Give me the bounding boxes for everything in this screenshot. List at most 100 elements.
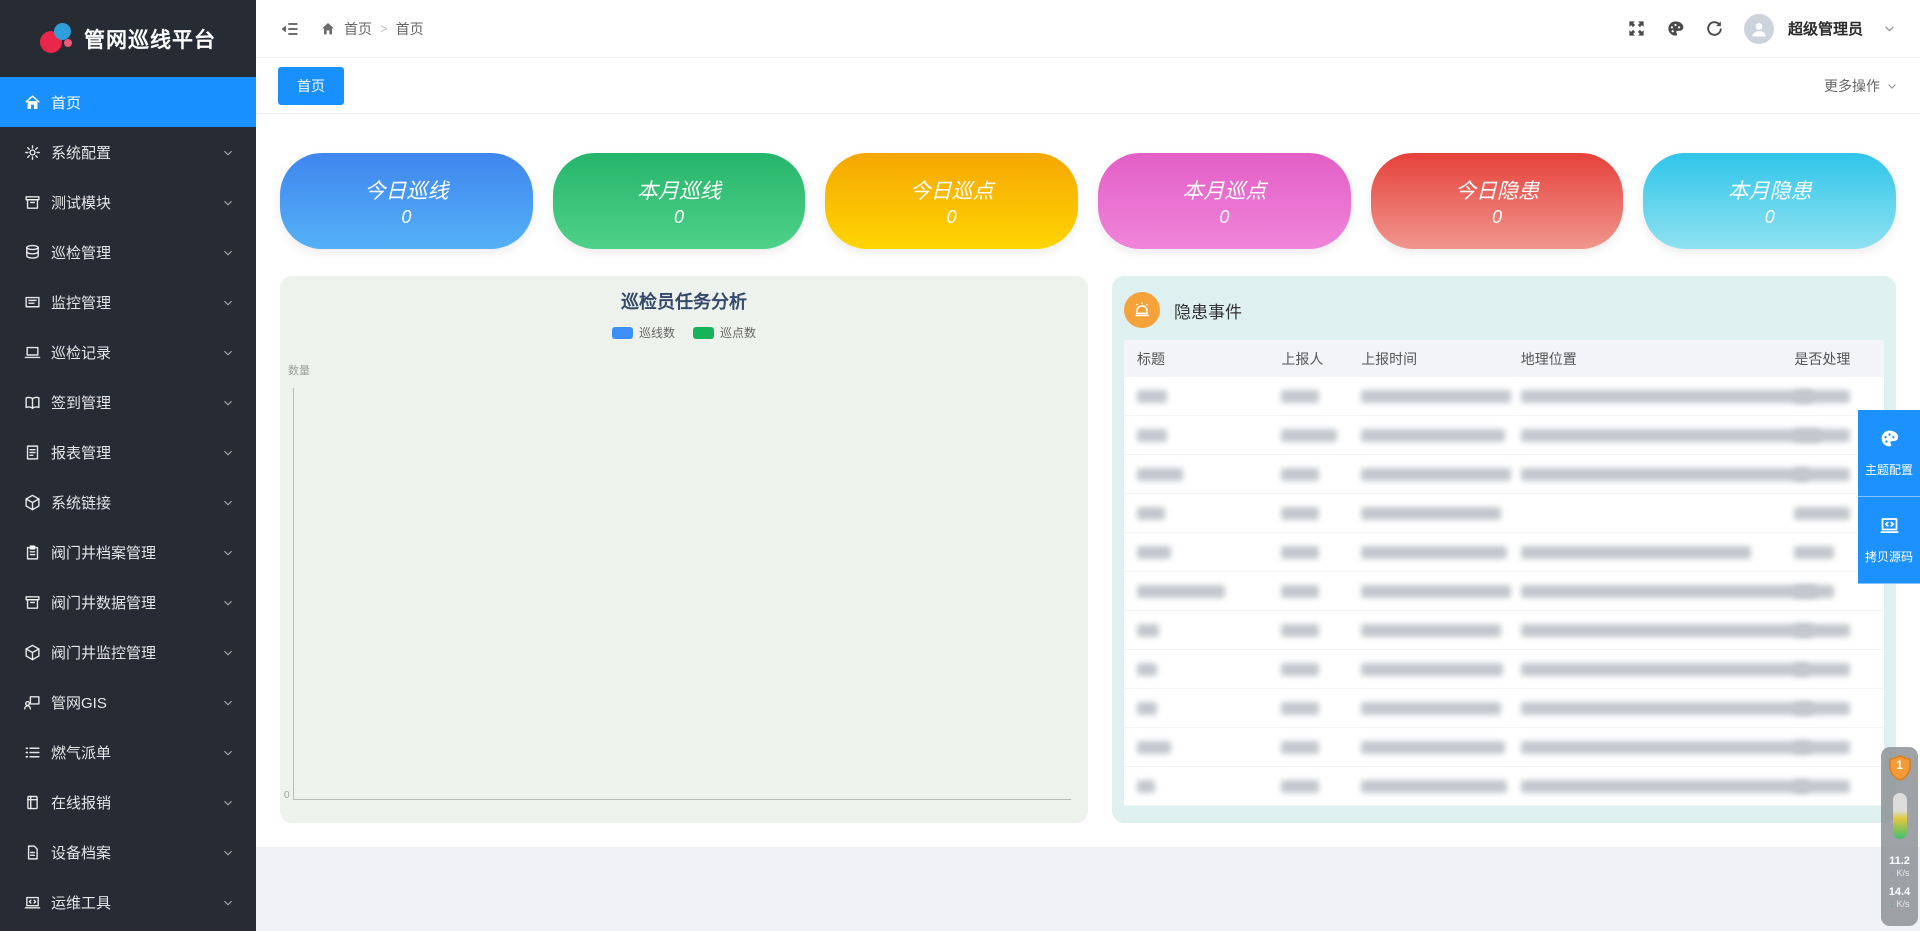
user-avatar[interactable]	[1744, 14, 1774, 44]
chart-y-axis-label: 数量	[288, 362, 310, 378]
chevron-down-icon	[222, 296, 234, 308]
sidebar-item-9[interactable]: 阀门井档案管理	[0, 527, 256, 577]
stat-card-5[interactable]: 本月隐患0	[1643, 153, 1896, 249]
sidebar-item-label: 报表管理	[51, 442, 222, 463]
stat-card-0[interactable]: 今日巡线0	[280, 153, 533, 249]
sidebar-item-label: 在线报销	[51, 792, 222, 813]
float-button-1[interactable]: 拷贝源码	[1858, 497, 1920, 584]
sidebar-item-10[interactable]: 阀门井数据管理	[0, 577, 256, 627]
book-open-icon	[24, 394, 41, 411]
table-cell-redacted	[1508, 663, 1782, 676]
stat-card-label: 本月巡点	[1182, 175, 1266, 205]
table-row[interactable]	[1124, 728, 1884, 767]
table-cell-redacted	[1348, 468, 1508, 481]
table-cell-redacted	[1781, 390, 1884, 403]
breadcrumb-separator: >	[380, 21, 388, 36]
sidebar-menu: 首页系统配置测试模块巡检管理监控管理巡检记录签到管理报表管理系统链接阀门井档案管…	[0, 77, 256, 931]
user-name[interactable]: 超级管理员	[1788, 18, 1863, 39]
stat-card-1[interactable]: 本月巡线0	[553, 153, 806, 249]
stat-card-value: 0	[947, 207, 957, 228]
sidebar-item-4[interactable]: 监控管理	[0, 277, 256, 327]
stat-card-2[interactable]: 今日巡点0	[825, 153, 1078, 249]
meter-capsule-icon[interactable]	[1893, 793, 1907, 839]
stat-card-4[interactable]: 今日隐患0	[1371, 153, 1624, 249]
fullscreen-icon[interactable]	[1627, 19, 1646, 38]
table-cell-redacted	[1124, 390, 1268, 403]
chevron-down-icon	[222, 446, 234, 458]
table-cell-redacted	[1124, 507, 1268, 520]
sidebar-item-label: 巡检管理	[51, 242, 222, 263]
table-row[interactable]	[1124, 611, 1884, 650]
source-icon	[1879, 515, 1900, 539]
hazard-events-title: 隐患事件	[1174, 298, 1242, 323]
table-row[interactable]	[1124, 377, 1884, 416]
table-cell-redacted	[1781, 624, 1884, 637]
legend-item[interactable]: 巡线数	[612, 324, 675, 341]
column-header: 标题	[1124, 349, 1268, 369]
legend-item[interactable]: 巡点数	[693, 324, 756, 341]
stat-card-label: 今日巡点	[910, 175, 994, 205]
table-cell-redacted	[1124, 741, 1268, 754]
table-cell-redacted	[1508, 585, 1782, 598]
sidebar-item-1[interactable]: 系统配置	[0, 127, 256, 177]
tab-home[interactable]: 首页	[278, 67, 344, 105]
tabbar: 首页 更多操作	[256, 58, 1920, 114]
sidebar-item-label: 设备档案	[51, 842, 222, 863]
stat-card-value: 0	[1765, 207, 1775, 228]
sidebar-item-3[interactable]: 巡检管理	[0, 227, 256, 277]
table-cell-redacted	[1268, 429, 1348, 442]
table-cell-redacted	[1124, 468, 1268, 481]
theme-palette-icon[interactable]	[1666, 19, 1685, 38]
legend-label: 巡点数	[720, 324, 756, 341]
sidebar-item-label: 阀门井监控管理	[51, 642, 222, 663]
sidebar-item-11[interactable]: 阀门井监控管理	[0, 627, 256, 677]
stat-card-value: 0	[674, 207, 684, 228]
table-row[interactable]	[1124, 533, 1884, 572]
shield-badge-icon[interactable]: 1	[1888, 755, 1912, 781]
sidebar-item-15[interactable]: 设备档案	[0, 827, 256, 877]
table-row[interactable]	[1124, 455, 1884, 494]
chevron-down-icon	[222, 246, 234, 258]
home-icon[interactable]	[320, 21, 336, 37]
breadcrumb-root[interactable]: 首页	[344, 19, 372, 39]
float-button-label: 主题配置	[1865, 461, 1913, 478]
table-row[interactable]	[1124, 767, 1884, 806]
sidebar-item-5[interactable]: 巡检记录	[0, 327, 256, 377]
table-cell-redacted	[1508, 741, 1782, 754]
sidebar-item-8[interactable]: 系统链接	[0, 477, 256, 527]
user-menu-chevron-icon[interactable]	[1883, 22, 1896, 35]
sidebar-item-7[interactable]: 报表管理	[0, 427, 256, 477]
float-button-0[interactable]: 主题配置	[1858, 410, 1920, 497]
download-speed: 14.4 ↓ K/s	[1889, 886, 1910, 910]
sidebar-item-0[interactable]: 首页	[0, 77, 256, 127]
sidebar-item-14[interactable]: 在线报销	[0, 777, 256, 827]
topbar-actions: 超级管理员	[1627, 14, 1896, 44]
terminal-icon	[24, 894, 41, 911]
refresh-icon[interactable]	[1705, 19, 1724, 38]
sidebar-item-13[interactable]: 燃气派单	[0, 727, 256, 777]
more-actions-dropdown[interactable]: 更多操作	[1824, 76, 1898, 96]
sidebar-item-label: 管网GIS	[51, 692, 222, 713]
dashboard-content: 今日巡线0本月巡线0今日巡点0本月巡点0今日隐患0本月隐患0 巡检员任务分析 巡…	[256, 114, 1920, 847]
breadcrumb: 首页 > 首页	[320, 19, 424, 39]
table-row[interactable]	[1124, 572, 1884, 611]
table-row[interactable]	[1124, 650, 1884, 689]
table-cell-redacted	[1124, 546, 1268, 559]
table-row[interactable]	[1124, 416, 1884, 455]
laptop-icon	[24, 344, 41, 361]
float-button-label: 拷贝源码	[1865, 548, 1913, 565]
table-row[interactable]	[1124, 494, 1884, 533]
up-arrow-icon: ↑	[1889, 868, 1894, 878]
download-unit: K/s	[1896, 899, 1909, 909]
sidebar-item-label: 燃气派单	[51, 742, 222, 763]
sidebar-collapse-icon[interactable]	[280, 19, 300, 39]
table-cell-redacted	[1268, 585, 1348, 598]
table-row[interactable]	[1124, 689, 1884, 728]
table-cell-redacted	[1124, 585, 1268, 598]
sidebar-item-16[interactable]: 运维工具	[0, 877, 256, 927]
stat-card-3[interactable]: 本月巡点0	[1098, 153, 1351, 249]
table-cell-redacted	[1508, 468, 1782, 481]
sidebar-item-2[interactable]: 测试模块	[0, 177, 256, 227]
sidebar-item-12[interactable]: 管网GIS	[0, 677, 256, 727]
sidebar-item-6[interactable]: 签到管理	[0, 377, 256, 427]
